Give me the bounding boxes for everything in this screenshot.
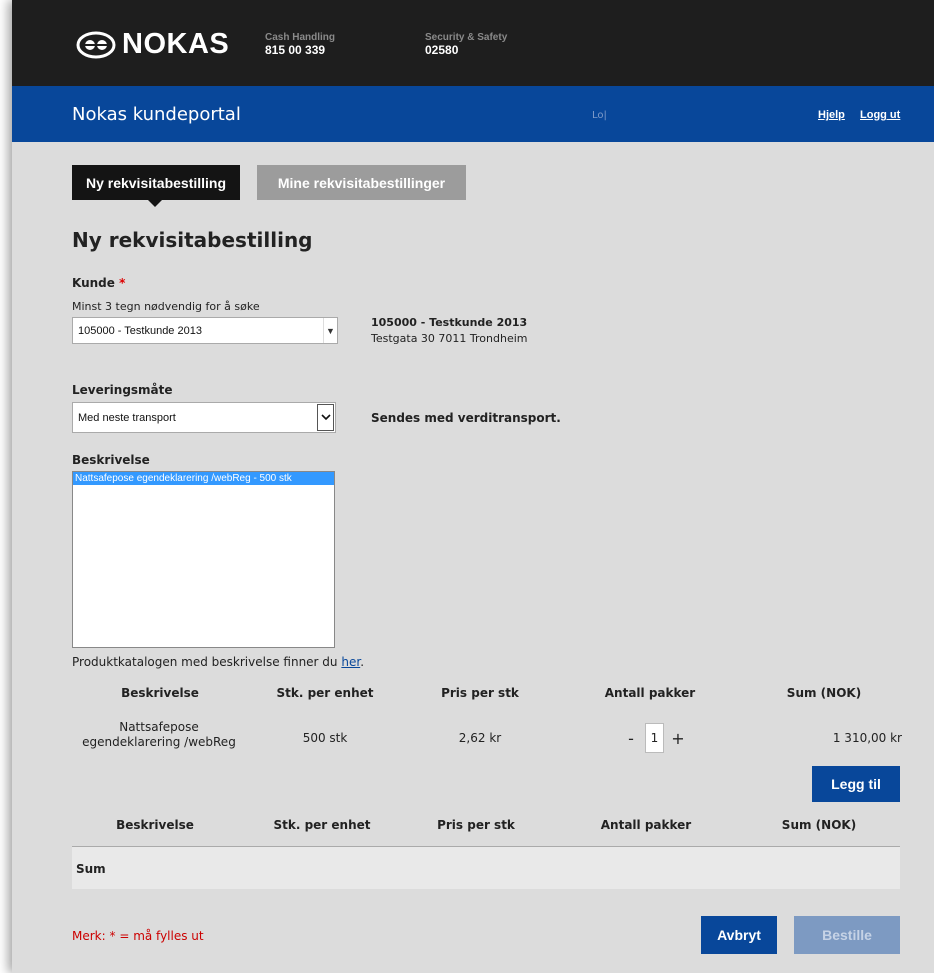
portal-title: Nokas kundeportal (72, 104, 241, 125)
customer-select[interactable]: 105000 - Testkunde 2013 ▼ (72, 317, 338, 344)
customer-label: Kunde * (72, 276, 125, 290)
logout-link[interactable]: Logg ut (860, 109, 900, 121)
order-col-header-description: Beskrivelse (116, 818, 194, 832)
contact-label: Security & Safety (425, 32, 508, 43)
brand-name: NOKAS (122, 28, 230, 60)
col-header-description: Beskrivelse (121, 686, 199, 700)
product-description-line1: Nattsafepose (119, 720, 199, 734)
order-sum-row: Sum (72, 847, 900, 889)
page-title: Ny rekvisitabestilling (72, 228, 313, 252)
cancel-button[interactable]: Avbryt (701, 916, 777, 954)
nokas-logo-icon (76, 31, 116, 58)
delivery-label: Leveringsmåte (72, 383, 173, 397)
add-button[interactable]: Legg til (812, 766, 900, 802)
col-header-qty: Antall pakker (604, 686, 696, 700)
catalog-link[interactable]: her (341, 655, 360, 669)
required-mark: * (119, 276, 126, 290)
order-button[interactable]: Bestille (794, 916, 900, 954)
required-note-star: * (109, 929, 116, 943)
description-label: Beskrivelse (72, 453, 150, 467)
customer-address-name: 105000 - Testkunde 2013 (371, 316, 528, 329)
tab-my-orders[interactable]: Mine rekvisitabestillinger (257, 165, 466, 200)
contact-label: Cash Handling (265, 32, 336, 43)
delivery-note: Sendes med verditransport. (371, 411, 561, 425)
product-description-line2: egendeklarering /webReg (82, 735, 236, 749)
catalog-text-end: . (360, 655, 365, 669)
customer-label-text: Kunde (72, 276, 115, 290)
customer-address-street: Testgata 30 7011 Trondheim (371, 332, 528, 345)
listbox-option-selected[interactable]: Nattsafepose egendeklarering /webReg - 5… (73, 472, 334, 485)
order-col-header-price: Pris per stk (437, 818, 515, 832)
description-listbox[interactable]: Nattsafepose egendeklarering /webReg - 5… (72, 471, 335, 648)
contact-security: Security & Safety 02580 (425, 32, 507, 57)
required-note-suffix: = må fylles ut (119, 929, 204, 943)
order-sum-label: Sum (76, 862, 106, 876)
contact-number: 02580 (425, 43, 459, 57)
required-note: Merk: * = må fylles ut (72, 929, 204, 943)
col-header-units: Stk. per enhet (276, 686, 374, 700)
dropdown-arrow-icon[interactable]: ▼ (323, 318, 337, 343)
increment-button[interactable]: + (667, 729, 689, 748)
truncated-text: Lo| (592, 110, 607, 121)
delivery-select[interactable]: Med neste transport (72, 402, 336, 433)
tab-new-order[interactable]: Ny rekvisitabestilling (72, 165, 240, 207)
customer-select-value: 105000 - Testkunde 2013 (78, 324, 202, 337)
required-note-prefix: Merk: (72, 929, 106, 943)
quantity-input[interactable]: 1 (645, 723, 664, 753)
product-sum: 1 310,00 kr (832, 731, 902, 745)
decrement-button[interactable]: - (620, 729, 642, 748)
nokas-logo[interactable]: NOKAS (76, 28, 229, 61)
delivery-select-value: Med neste transport (78, 411, 176, 424)
product-price: 2,62 kr (458, 731, 502, 745)
contact-number: 815 00 339 (265, 43, 326, 57)
order-col-header-qty: Antall pakker (600, 818, 692, 832)
browser-window: NOKAS Cash Handling 815 00 339 Security … (12, 0, 934, 973)
quantity-stepper: - 1 + (620, 723, 689, 753)
chevron-down-icon[interactable] (317, 404, 334, 431)
catalog-text-body: Produktkatalogen med beskrivelse finner … (72, 655, 338, 669)
product-description: Nattsafepose egendeklarering /webReg (74, 720, 244, 750)
product-units: 500 stk (302, 731, 348, 745)
catalog-text: Produktkatalogen med beskrivelse finner … (72, 655, 364, 669)
contact-cash-handling: Cash Handling 815 00 339 (265, 32, 335, 57)
help-link[interactable]: Hjelp (818, 109, 845, 121)
col-header-sum: Sum (NOK) (786, 686, 862, 700)
order-col-header-sum: Sum (NOK) (781, 818, 857, 832)
order-col-header-units: Stk. per enhet (273, 818, 371, 832)
customer-hint: Minst 3 tegn nødvendig for å søke (72, 300, 260, 313)
chevron-down-svg (320, 414, 331, 421)
col-header-price: Pris per stk (441, 686, 519, 700)
